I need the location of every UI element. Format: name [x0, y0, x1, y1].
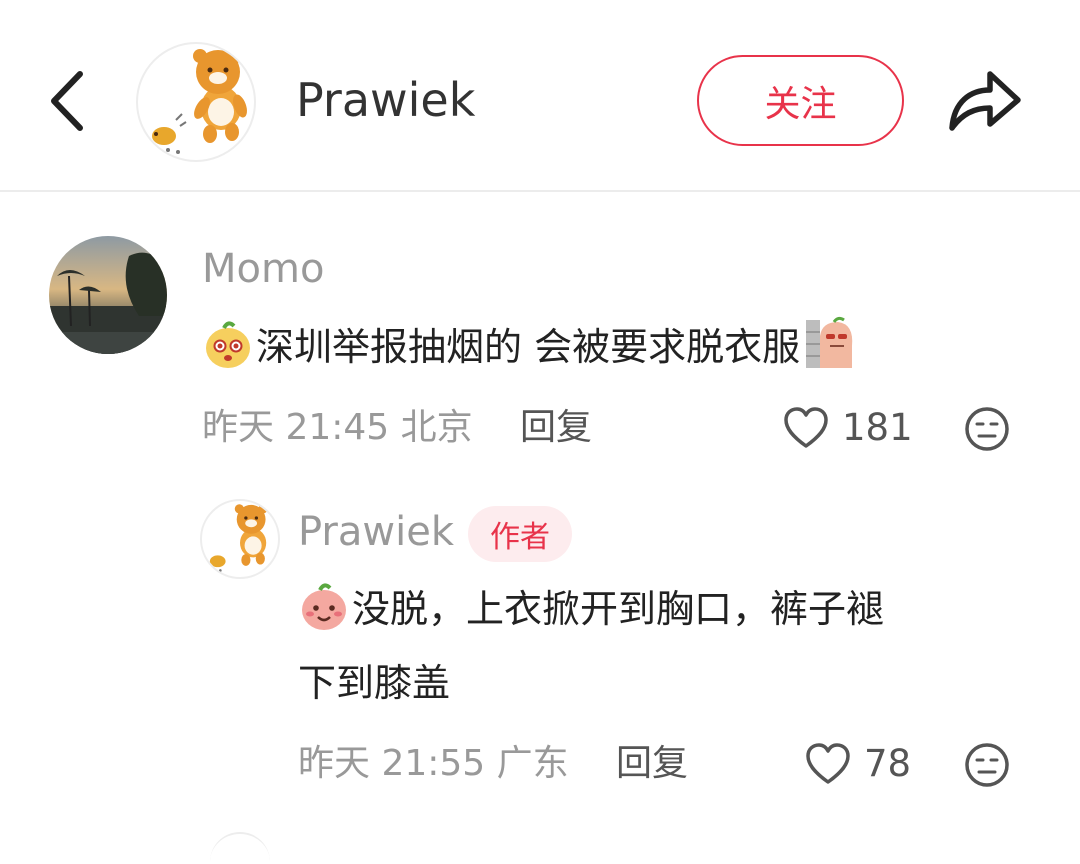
- reply-meta: 昨天 21:55 广东: [298, 743, 569, 784]
- like-count: 181: [842, 406, 913, 449]
- next-avatar-peek: [210, 832, 270, 864]
- follow-button[interactable]: 关注: [697, 55, 904, 146]
- dislike-button[interactable]: [964, 742, 1010, 788]
- reply-button[interactable]: 回复: [520, 403, 592, 453]
- bear-avatar-image: [152, 49, 247, 154]
- like-count: 78: [864, 742, 912, 785]
- peach-face-emoji-icon: [202, 318, 254, 392]
- reply-body-line2: 下到膝盖: [298, 661, 451, 705]
- commenter-avatar[interactable]: [49, 236, 167, 354]
- heart-icon: [784, 407, 828, 448]
- sunset-avatar-image: [49, 236, 167, 354]
- reply-text-line1: 没脱，上衣掀开到胸口，裤子褪: [298, 574, 884, 654]
- heart-icon: [806, 743, 850, 784]
- comment-meta: 昨天 21:45 北京: [202, 407, 473, 448]
- commenter-name[interactable]: Momo: [202, 241, 324, 297]
- bear-avatar-image: [209, 504, 268, 572]
- dislike-button[interactable]: [964, 406, 1010, 452]
- comment-text: 深圳举报抽烟的 会被要求脱衣服: [202, 312, 858, 392]
- top-bar: Prawiek 关注: [0, 0, 1080, 192]
- neutral-face-icon: [965, 743, 1009, 787]
- back-button[interactable]: [46, 66, 90, 136]
- like-button[interactable]: [804, 740, 852, 788]
- reply-author-avatar[interactable]: [200, 499, 280, 579]
- smiling-peach-emoji-icon: [298, 580, 350, 654]
- reply-author-name[interactable]: Prawiek: [298, 504, 454, 560]
- peek-wall-emoji-icon: [804, 316, 856, 392]
- share-button[interactable]: [946, 62, 1024, 138]
- author-name[interactable]: Prawiek: [296, 70, 475, 130]
- like-button[interactable]: [782, 404, 830, 452]
- reply-body-line1: 没脱，上衣掀开到胸口，裤子褪: [352, 587, 885, 631]
- chevron-left-icon: [51, 71, 83, 131]
- comment-body: 深圳举报抽烟的 会被要求脱衣服: [256, 325, 801, 369]
- author-badge: 作者: [468, 506, 572, 562]
- author-avatar[interactable]: [136, 42, 256, 162]
- neutral-face-icon: [965, 407, 1009, 451]
- reply-button[interactable]: 回复: [616, 739, 688, 789]
- share-arrow-icon: [949, 71, 1021, 131]
